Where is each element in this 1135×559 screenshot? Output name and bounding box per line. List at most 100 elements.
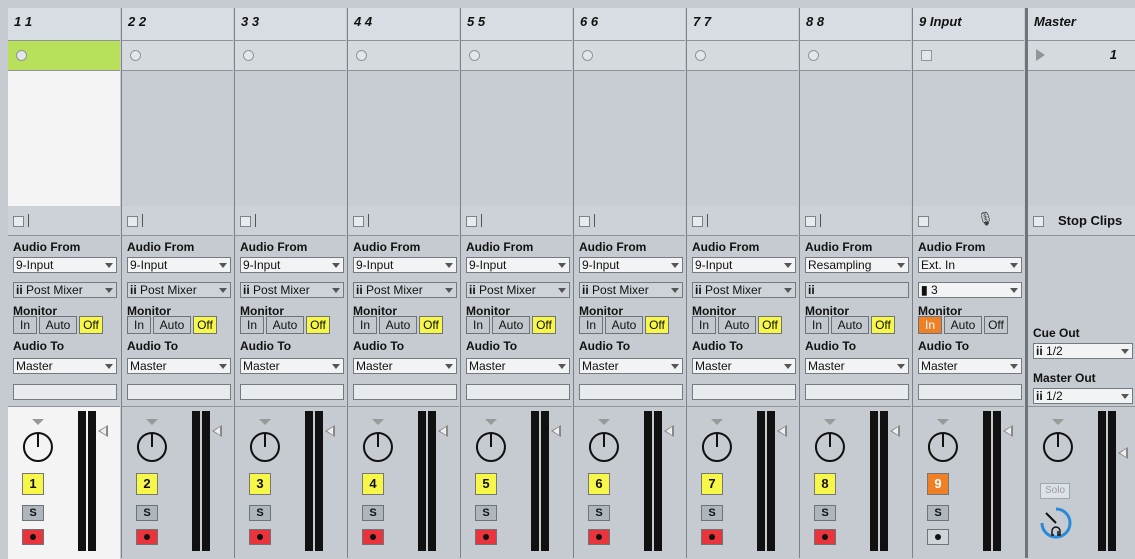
clip-area[interactable] [913, 71, 1024, 207]
audio-from-select[interactable]: 9-Input [13, 257, 117, 273]
monitor-auto-button[interactable]: Auto [718, 316, 756, 334]
pan-knob-icon[interactable] [358, 417, 398, 467]
monitor-off-button[interactable]: Off [758, 316, 782, 334]
clip-area[interactable] [800, 71, 911, 207]
track-activator[interactable]: 8 [814, 473, 836, 495]
volume-slider[interactable] [325, 425, 335, 437]
track-title[interactable]: Master [1028, 8, 1135, 41]
monitor-in-button[interactable]: In [127, 316, 151, 334]
pan-knob-icon[interactable] [584, 417, 624, 467]
track-title[interactable]: 2 2 [122, 8, 233, 41]
audio-from-select[interactable]: 9-Input [127, 257, 231, 273]
arm-button[interactable] [249, 529, 271, 545]
clip-record-icon[interactable] [356, 50, 367, 61]
clip-stop-icon[interactable] [921, 50, 932, 61]
clip-stop-button[interactable] [692, 216, 703, 227]
monitor-in-button[interactable]: In [13, 316, 37, 334]
arm-button[interactable] [22, 529, 44, 545]
pan-knob-icon[interactable] [923, 417, 963, 467]
track-activator[interactable]: 9 [927, 473, 949, 495]
input-channel-select[interactable]: ii Post Mixer [466, 282, 570, 298]
stop-all-clips-button[interactable] [1033, 216, 1044, 227]
output-channel-select[interactable] [918, 384, 1022, 400]
solo-button[interactable]: S [927, 505, 949, 521]
clip-record-icon[interactable] [243, 50, 254, 61]
stop-clips-label[interactable]: Stop Clips [1058, 213, 1122, 228]
volume-slider[interactable] [98, 425, 108, 437]
arm-button[interactable] [475, 529, 497, 545]
arm-button[interactable] [927, 529, 949, 545]
track-title[interactable]: 6 6 [574, 8, 685, 41]
solo-button[interactable]: S [814, 505, 836, 521]
arm-button[interactable] [136, 529, 158, 545]
input-channel-select[interactable]: ▮ 3 [918, 282, 1022, 298]
solo-button[interactable]: S [701, 505, 723, 521]
monitor-in-button[interactable]: In [353, 316, 377, 334]
track-title[interactable]: 7 7 [687, 8, 798, 41]
volume-slider[interactable] [664, 425, 674, 437]
clip-slot[interactable] [913, 41, 1024, 71]
track-activator[interactable]: 2 [136, 473, 158, 495]
clip-record-icon[interactable] [130, 50, 141, 61]
monitor-auto-button[interactable]: Auto [944, 316, 982, 334]
monitor-in-button[interactable]: In [918, 316, 942, 334]
pan-knob-icon[interactable] [18, 417, 58, 467]
audio-to-select[interactable]: Master [805, 358, 909, 374]
audio-to-select[interactable]: Master [13, 358, 117, 374]
clip-slot[interactable] [348, 41, 459, 71]
audio-from-select[interactable]: 9-Input [579, 257, 683, 273]
clip-stop-button[interactable] [13, 216, 24, 227]
input-channel-select[interactable]: ii Post Mixer [240, 282, 344, 298]
audio-to-select[interactable]: Master [579, 358, 683, 374]
input-channel-select[interactable]: ii Post Mixer [13, 282, 117, 298]
audio-to-select[interactable]: Master [692, 358, 796, 374]
audio-to-select[interactable]: Master [127, 358, 231, 374]
pan-knob-icon[interactable] [471, 417, 511, 467]
pan-knob-icon[interactable] [132, 417, 172, 467]
clip-area[interactable] [348, 71, 459, 207]
monitor-auto-button[interactable]: Auto [492, 316, 530, 334]
input-channel-select[interactable]: ii Post Mixer [127, 282, 231, 298]
headphone-volume-icon[interactable] [1038, 505, 1074, 541]
volume-slider[interactable] [890, 425, 900, 437]
arm-button[interactable] [814, 529, 836, 545]
audio-from-select[interactable]: Resampling [805, 257, 909, 273]
audio-from-select[interactable]: 9-Input [353, 257, 457, 273]
monitor-auto-button[interactable]: Auto [379, 316, 417, 334]
clip-slot[interactable] [461, 41, 572, 71]
audio-to-select[interactable]: Master [918, 358, 1022, 374]
input-channel-select[interactable]: ii Post Mixer [579, 282, 683, 298]
track-title[interactable]: 8 8 [800, 8, 911, 41]
pan-knob-icon[interactable] [810, 417, 850, 467]
input-channel-select[interactable]: ii Post Mixer [692, 282, 796, 298]
clip-record-icon[interactable] [16, 50, 27, 61]
track-title[interactable]: 1 1 [8, 8, 120, 41]
track-activator[interactable]: 7 [701, 473, 723, 495]
track-activator[interactable]: 5 [475, 473, 497, 495]
clip-record-icon[interactable] [808, 50, 819, 61]
monitor-off-button[interactable]: Off [871, 316, 895, 334]
solo-button[interactable]: S [588, 505, 610, 521]
arm-button[interactable] [362, 529, 384, 545]
monitor-auto-button[interactable]: Auto [266, 316, 304, 334]
solo-button[interactable]: S [249, 505, 271, 521]
monitor-off-button[interactable]: Off [419, 316, 443, 334]
scene-slot[interactable]: 1 [1028, 41, 1135, 71]
clip-area[interactable] [687, 71, 798, 207]
monitor-auto-button[interactable]: Auto [831, 316, 869, 334]
monitor-off-button[interactable]: Off [645, 316, 669, 334]
track-activator[interactable]: 3 [249, 473, 271, 495]
monitor-off-button[interactable]: Off [984, 316, 1008, 334]
audio-to-select[interactable]: Master [240, 358, 344, 374]
volume-slider[interactable] [1003, 425, 1013, 437]
track-title[interactable]: 5 5 [461, 8, 572, 41]
monitor-in-button[interactable]: In [466, 316, 490, 334]
input-channel-select[interactable]: ii [805, 282, 909, 298]
track-activator[interactable]: 4 [362, 473, 384, 495]
pan-knob-icon[interactable] [697, 417, 737, 467]
output-channel-select[interactable] [692, 384, 796, 400]
volume-slider[interactable] [438, 425, 448, 437]
volume-slider[interactable] [777, 425, 787, 437]
output-channel-select[interactable] [13, 384, 117, 400]
monitor-auto-button[interactable]: Auto [39, 316, 77, 334]
